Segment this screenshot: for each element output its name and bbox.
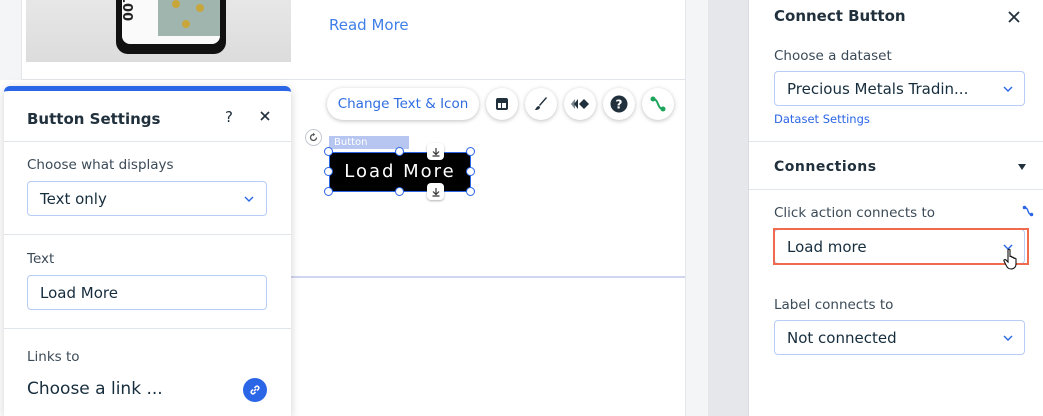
display-select[interactable]: Text only: [27, 181, 267, 216]
chevron-down-icon: [244, 196, 254, 202]
load-more-button[interactable]: Load More: [329, 152, 471, 192]
collapse-arrow-icon[interactable]: [1018, 164, 1026, 170]
resize-handle[interactable]: [324, 187, 333, 196]
click-action-label: Click action connects to: [774, 205, 935, 221]
resize-handle[interactable]: [466, 187, 475, 196]
animation-icon[interactable]: [564, 88, 596, 120]
phone-screen: 100: [122, 0, 220, 44]
design-brush-icon[interactable]: [525, 88, 557, 120]
display-label: Choose what displays: [27, 157, 174, 173]
screen-art: [158, 0, 220, 36]
product-strip: 100 Read More: [0, 0, 708, 80]
panel-title: Button Settings: [27, 110, 161, 128]
hand-cursor-icon: [1003, 248, 1017, 270]
display-value: Text only: [40, 190, 107, 208]
connections-heading[interactable]: Connections: [774, 159, 877, 175]
divider: [4, 234, 291, 235]
highlight-frame: [773, 228, 1029, 265]
resize-handle[interactable]: [324, 147, 333, 156]
section-divider: [291, 276, 685, 278]
product-image: 100: [26, 0, 291, 62]
text-label: Text: [27, 251, 55, 267]
divider: [749, 189, 1043, 190]
panel-backdrop: [708, 0, 748, 416]
connect-data-icon[interactable]: [1022, 205, 1034, 217]
resize-handle[interactable]: [466, 167, 475, 176]
chevron-down-icon: [1003, 86, 1013, 92]
left-gutter: [0, 0, 22, 80]
right-gutter: [685, 0, 708, 416]
stretch-down-icon[interactable]: [427, 143, 444, 160]
help-icon[interactable]: ?: [225, 108, 233, 126]
link-selector[interactable]: Choose a link ...: [27, 379, 163, 399]
resize-handle[interactable]: [395, 187, 404, 196]
svg-text:?: ?: [616, 98, 623, 112]
connect-data-icon[interactable]: [642, 88, 674, 120]
links-label: Links to: [27, 349, 80, 365]
divider: [4, 141, 291, 142]
screen-text: 100: [122, 0, 134, 22]
layout-icon[interactable]: [486, 88, 518, 120]
label-connects-value: Not connected: [787, 329, 897, 347]
divider: [749, 141, 1043, 142]
help-icon[interactable]: ?: [603, 88, 635, 120]
resize-handle[interactable]: [395, 147, 404, 156]
connect-button-panel: Connect Button Choose a dataset Precious…: [748, 0, 1043, 416]
link-icon[interactable]: [243, 378, 267, 402]
chevron-down-icon: [1003, 335, 1013, 341]
close-icon[interactable]: [1007, 9, 1021, 23]
read-more-link[interactable]: Read More: [329, 16, 409, 34]
change-text-icon-button[interactable]: Change Text & Icon: [327, 88, 479, 120]
panel-title: Connect Button: [774, 7, 906, 25]
stretch-down-icon[interactable]: [427, 183, 444, 200]
dataset-select[interactable]: Precious Metals Tradin...: [774, 71, 1025, 106]
button-text-value: Load More: [40, 284, 118, 302]
label-connects-label: Label connects to: [774, 297, 894, 313]
dataset-settings-link[interactable]: Dataset Settings: [774, 112, 870, 126]
resize-handle[interactable]: [466, 147, 475, 156]
label-connects-select[interactable]: Not connected: [774, 320, 1025, 355]
divider: [4, 328, 291, 329]
dataset-label: Choose a dataset: [774, 48, 892, 64]
dataset-value: Precious Metals Tradin...: [787, 80, 969, 98]
rotate-icon[interactable]: [305, 129, 322, 146]
button-text-input[interactable]: Load More: [27, 275, 267, 310]
button-settings-panel: Button Settings ? Choose what displays T…: [4, 86, 291, 416]
phone-mockup: 100: [116, 0, 226, 54]
close-icon[interactable]: [257, 108, 273, 124]
resize-handle[interactable]: [324, 167, 333, 176]
